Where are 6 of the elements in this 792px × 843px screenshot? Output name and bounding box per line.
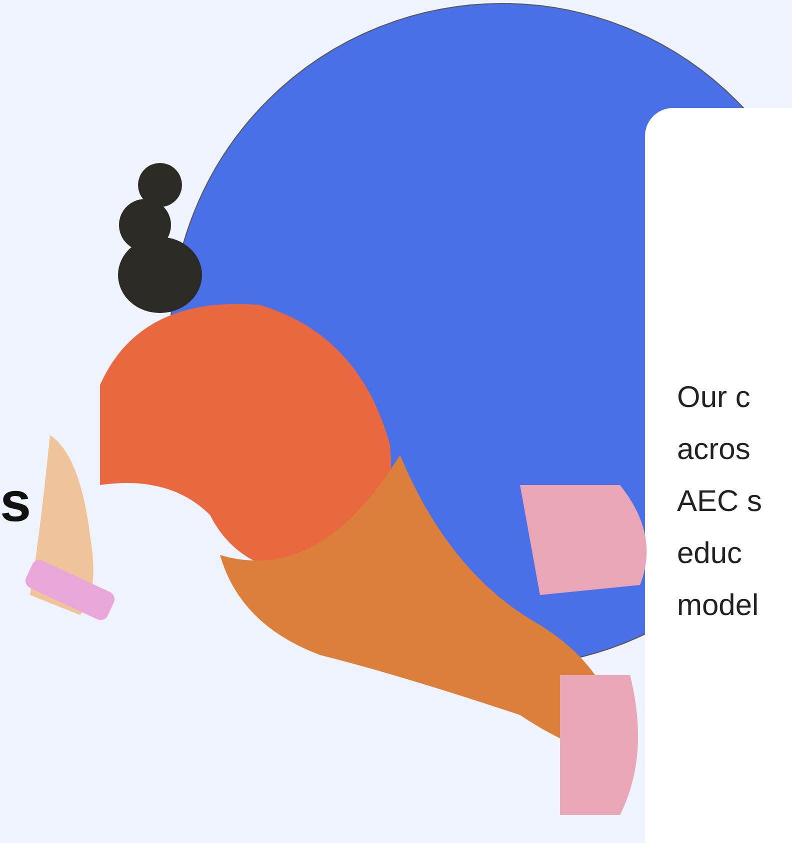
heading-text: s xyxy=(0,470,32,534)
card-text-line: model xyxy=(677,588,760,624)
card-text-line: Our c xyxy=(677,380,752,416)
card-text-line: educ xyxy=(677,536,744,572)
card-text-line: acros xyxy=(677,432,752,468)
card-text-line: AEC s xyxy=(677,484,762,520)
